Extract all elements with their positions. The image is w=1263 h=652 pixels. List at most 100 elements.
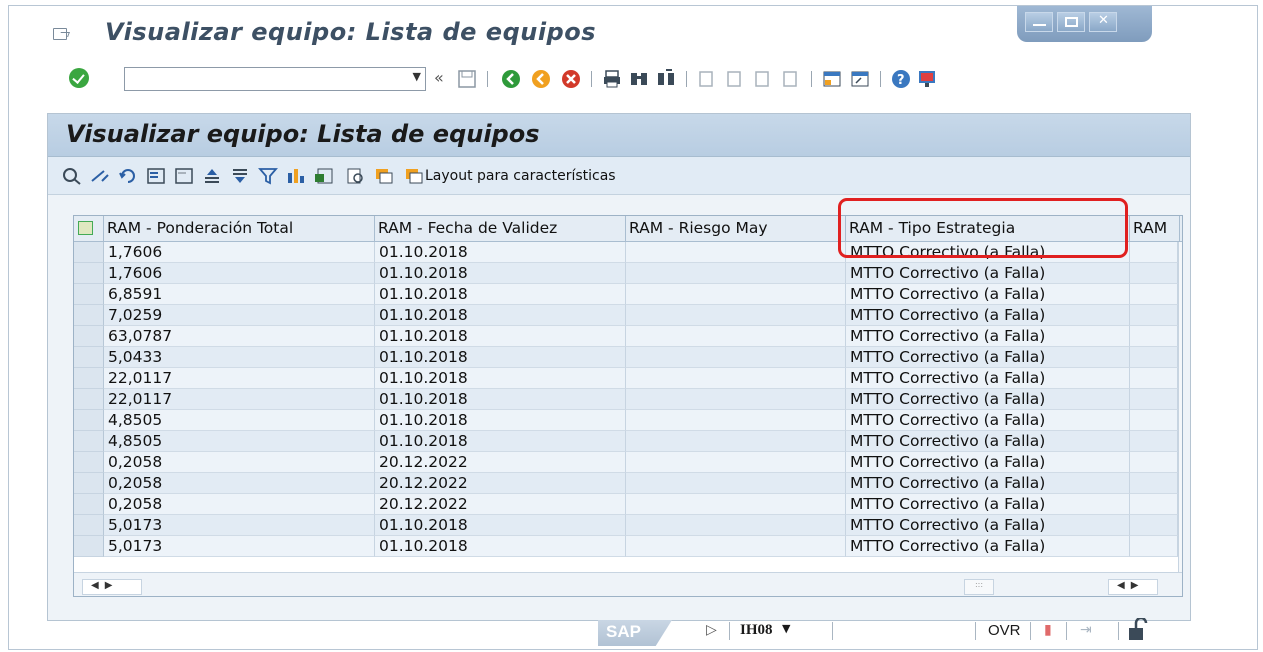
- table-row[interactable]: 5,0173 01.10.2018 MTTO Correctivo (a Falla…: [74, 515, 1182, 536]
- table-cell[interactable]: [626, 284, 846, 305]
- table-cell[interactable]: MTTO Correctivo (a Falla): [846, 494, 1130, 515]
- table-row[interactable]: 5,0433 01.10.2018 MTTO Correctivo (a Falla…: [74, 347, 1182, 368]
- sort-descending-icon[interactable]: [230, 167, 250, 185]
- table-cell[interactable]: MTTO Correctivo (a Falla): [846, 431, 1130, 452]
- table-row[interactable]: 22,0117 01.10.2018 MTTO Correctivo (a Fall…: [74, 368, 1182, 389]
- select-all-icon[interactable]: [146, 167, 166, 185]
- row-selector[interactable]: [74, 473, 104, 494]
- table-cell[interactable]: 4,8505: [104, 431, 375, 452]
- table-cell[interactable]: 5,0173: [104, 515, 375, 536]
- table-cell[interactable]: [1130, 452, 1178, 473]
- column-header-ram[interactable]: RAM: [1130, 216, 1180, 242]
- layout-icon[interactable]: [374, 167, 394, 185]
- table-cell[interactable]: 20.12.2022: [375, 473, 626, 494]
- vertical-scrollbar[interactable]: ▲ ▼ ▲ ▼: [1178, 242, 1182, 572]
- table-cell[interactable]: [626, 536, 846, 557]
- table-row[interactable]: 0,2058 20.12.2022 MTTO Correctivo (a Falla…: [74, 473, 1182, 494]
- table-cell[interactable]: [1130, 494, 1178, 515]
- select-all-cell[interactable]: [74, 216, 104, 242]
- table-cell[interactable]: MTTO Correctivo (a Falla): [846, 347, 1130, 368]
- enter-icon[interactable]: [69, 68, 89, 88]
- shortcut-icon[interactable]: [850, 69, 870, 89]
- transaction-code[interactable]: IH08: [740, 622, 773, 639]
- table-cell[interactable]: 01.10.2018: [375, 347, 626, 368]
- column-header-riesgo[interactable]: RAM - Riesgo May: [626, 216, 846, 242]
- row-selector[interactable]: [74, 389, 104, 410]
- column-header-ponderacion[interactable]: RAM - Ponderación Total: [104, 216, 375, 242]
- table-cell[interactable]: [1130, 431, 1178, 452]
- table-cell[interactable]: [626, 368, 846, 389]
- table-cell[interactable]: 22,0117: [104, 368, 375, 389]
- table-cell[interactable]: 0,2058: [104, 452, 375, 473]
- table-cell[interactable]: 01.10.2018: [375, 242, 626, 263]
- table-cell[interactable]: [626, 452, 846, 473]
- table-cell[interactable]: 01.10.2018: [375, 305, 626, 326]
- table-cell[interactable]: 1,7606: [104, 242, 375, 263]
- find-icon[interactable]: [629, 69, 649, 89]
- table-row[interactable]: 1,7606 01.10.2018 MTTO Correctivo (a Falla…: [74, 263, 1182, 284]
- row-selector[interactable]: [74, 536, 104, 557]
- scroll-left-right-icon[interactable]: ◀▶: [82, 579, 142, 595]
- close-button[interactable]: ✕: [1089, 12, 1117, 32]
- table-cell[interactable]: [1130, 473, 1178, 494]
- exit-icon[interactable]: [531, 69, 551, 89]
- create-session-icon[interactable]: [822, 69, 842, 89]
- table-cell[interactable]: [626, 410, 846, 431]
- table-cell[interactable]: [1130, 263, 1178, 284]
- table-cell[interactable]: 5,0433: [104, 347, 375, 368]
- row-selector[interactable]: [74, 242, 104, 263]
- table-cell[interactable]: 20.12.2022: [375, 452, 626, 473]
- row-selector[interactable]: [74, 263, 104, 284]
- table-cell[interactable]: [626, 494, 846, 515]
- insert-mode[interactable]: OVR: [988, 622, 1021, 639]
- table-cell[interactable]: 4,8505: [104, 410, 375, 431]
- prev-page-icon[interactable]: [725, 69, 745, 89]
- scroll-left-right-icon[interactable]: ◀▶: [1108, 579, 1158, 595]
- table-cell[interactable]: 01.10.2018: [375, 431, 626, 452]
- table-cell[interactable]: [1130, 305, 1178, 326]
- row-selector[interactable]: [74, 410, 104, 431]
- layout-characteristics-icon[interactable]: [404, 167, 424, 185]
- table-cell[interactable]: 01.10.2018: [375, 389, 626, 410]
- chevron-down-icon[interactable]: ▼: [782, 622, 790, 635]
- row-selector[interactable]: [74, 431, 104, 452]
- table-cell[interactable]: MTTO Correctivo (a Falla): [846, 452, 1130, 473]
- total-icon[interactable]: [286, 167, 306, 185]
- table-cell[interactable]: MTTO Correctivo (a Falla): [846, 368, 1130, 389]
- table-cell[interactable]: [1130, 515, 1178, 536]
- table-cell[interactable]: 63,0787: [104, 326, 375, 347]
- table-cell[interactable]: 01.10.2018: [375, 326, 626, 347]
- table-cell[interactable]: [1130, 347, 1178, 368]
- table-cell[interactable]: 7,0259: [104, 305, 375, 326]
- table-cell[interactable]: 01.10.2018: [375, 368, 626, 389]
- table-cell[interactable]: 01.10.2018: [375, 284, 626, 305]
- play-icon[interactable]: ▷: [706, 622, 717, 638]
- print-preview-icon[interactable]: [346, 167, 366, 185]
- table-row[interactable]: 6,8591 01.10.2018 MTTO Correctivo (a Falla…: [74, 284, 1182, 305]
- table-cell[interactable]: [1130, 368, 1178, 389]
- table-row[interactable]: 22,0117 01.10.2018 MTTO Correctivo (a Fall…: [74, 389, 1182, 410]
- print-icon[interactable]: [602, 69, 622, 89]
- save-icon[interactable]: [457, 69, 477, 89]
- maximize-button[interactable]: [1057, 12, 1085, 32]
- table-cell[interactable]: 1,7606: [104, 263, 375, 284]
- table-row[interactable]: 63,0787 01.10.2018 MTTO Correctivo (a Fall…: [74, 326, 1182, 347]
- deselect-all-icon[interactable]: [174, 167, 194, 185]
- filter-icon[interactable]: [258, 167, 278, 185]
- layout-characteristics-button[interactable]: Layout para características: [425, 168, 616, 184]
- customize-icon[interactable]: [917, 69, 937, 89]
- table-cell[interactable]: [626, 347, 846, 368]
- row-selector[interactable]: [74, 326, 104, 347]
- table-cell[interactable]: MTTO Correctivo (a Falla): [846, 263, 1130, 284]
- table-cell[interactable]: 5,0173: [104, 536, 375, 557]
- choose-icon[interactable]: [90, 167, 110, 185]
- table-cell[interactable]: [626, 389, 846, 410]
- row-selector[interactable]: [74, 368, 104, 389]
- table-cell[interactable]: 0,2058: [104, 473, 375, 494]
- row-selector[interactable]: [74, 452, 104, 473]
- cancel-icon[interactable]: [561, 69, 581, 89]
- row-selector[interactable]: [74, 494, 104, 515]
- table-cell[interactable]: 20.12.2022: [375, 494, 626, 515]
- table-cell[interactable]: [626, 431, 846, 452]
- scroll-grip[interactable]: :::: [964, 579, 994, 595]
